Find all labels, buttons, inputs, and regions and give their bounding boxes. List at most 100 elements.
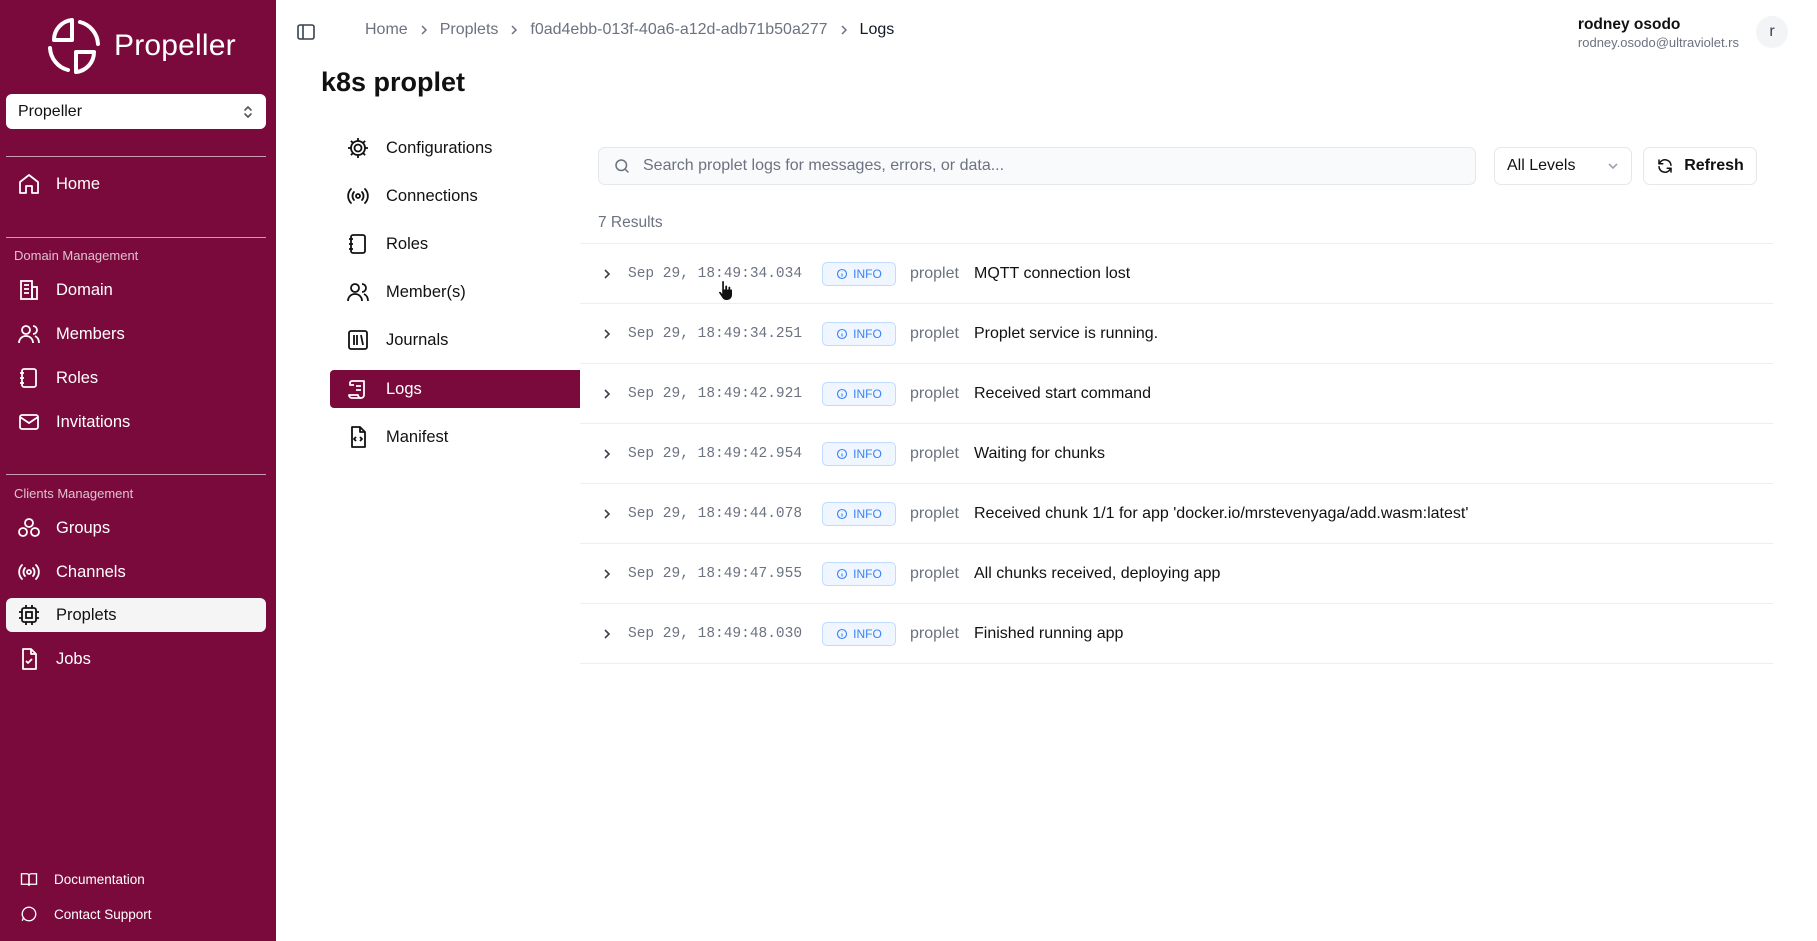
breadcrumb-proplets[interactable]: Proplets (440, 21, 499, 39)
level-badge-label: INFO (853, 566, 882, 581)
level-select-value: All Levels (1507, 157, 1576, 174)
documentation-link[interactable]: Documentation (20, 868, 145, 890)
chevron-right-icon[interactable] (594, 388, 620, 400)
domain-select[interactable]: Propeller (6, 94, 266, 129)
level-badge: INFO (822, 381, 896, 406)
tab-roles[interactable]: Roles (330, 225, 580, 263)
page-title: k8s proplet (321, 67, 466, 97)
notebook-icon (16, 365, 42, 391)
info-icon (836, 328, 848, 340)
sidebar-item-groups[interactable]: Groups (6, 511, 266, 545)
sidebar-item-proplets[interactable]: Proplets (6, 598, 266, 632)
level-badge: INFO (822, 621, 896, 646)
message-circle-icon (20, 905, 38, 923)
sidebar-toggle-button[interactable] (296, 22, 316, 42)
log-timestamp: Sep 29, 18:49:47.955 (628, 565, 803, 582)
brand[interactable]: Propeller (42, 12, 236, 80)
level-badge-label: INFO (853, 506, 882, 521)
log-source: proplet (910, 384, 959, 402)
refresh-icon (1656, 157, 1674, 175)
sidebar-item-members[interactable]: Members (6, 317, 266, 351)
sidebar-item-home[interactable]: Home (6, 167, 266, 201)
book-open-icon (20, 870, 38, 888)
level-badge: INFO (822, 561, 896, 586)
hand-cursor-icon (718, 279, 734, 301)
log-row[interactable]: Sep 29, 18:49:47.955 INFO proplet All chunk… (580, 544, 1773, 604)
breadcrumb-logs: Logs (859, 21, 895, 38)
log-row[interactable]: Sep 29, 18:49:42.921 INFO proplet Received … (580, 364, 1773, 424)
level-badge: INFO (822, 441, 896, 466)
log-row[interactable]: Sep 29, 18:49:44.078 INFO proplet Received … (580, 484, 1773, 544)
contact-support-label: Contact Support (54, 906, 152, 922)
breadcrumb-home[interactable]: Home (365, 21, 408, 39)
tab-manifest[interactable]: Manifest (330, 418, 580, 456)
tab-label: Manifest (386, 427, 449, 446)
log-timestamp: Sep 29, 18:49:34.251 (628, 325, 803, 342)
log-row[interactable]: Sep 29, 18:49:34.034 INFO proplet MQTT conn… (580, 244, 1773, 304)
tab-journals[interactable]: Journals (330, 321, 580, 359)
sidebar-item-roles[interactable]: Roles (6, 361, 266, 395)
sidebar-item-domain[interactable]: Domain (6, 273, 266, 307)
level-badge-label: INFO (853, 326, 882, 341)
log-row[interactable]: Sep 29, 18:49:42.954 INFO proplet Waiting f… (580, 424, 1773, 484)
log-row[interactable]: Sep 29, 18:49:34.251 INFO proplet Proplet s… (580, 304, 1773, 364)
broadcast-icon (344, 182, 372, 210)
level-badge: INFO (822, 261, 896, 286)
scroll-text-icon (344, 375, 372, 403)
sidebar-item-jobs[interactable]: Jobs (6, 642, 266, 676)
log-timestamp: Sep 29, 18:49:42.921 (628, 385, 803, 402)
log-message: Finished running app (974, 624, 1124, 642)
users-icon (344, 278, 372, 306)
sidebar-item-label: Proplets (56, 605, 117, 624)
refresh-label: Refresh (1684, 157, 1744, 174)
level-badge-label: INFO (853, 446, 882, 461)
search-input[interactable] (643, 157, 1443, 175)
refresh-button[interactable]: Refresh (1643, 147, 1757, 185)
tab-members[interactable]: Member(s) (330, 273, 580, 311)
level-select[interactable]: All Levels (1494, 147, 1632, 185)
log-timestamp: Sep 29, 18:49:44.078 (628, 505, 803, 522)
log-message: Proplet service is running. (974, 324, 1159, 342)
tab-configurations[interactable]: Configurations (330, 129, 580, 167)
home-icon (16, 171, 42, 197)
log-message: Received start command (974, 384, 1151, 402)
chevron-right-icon[interactable] (594, 328, 620, 340)
tab-connections[interactable]: Connections (330, 177, 580, 215)
results-count: 7 Results (598, 214, 663, 231)
propeller-logo-icon (42, 14, 106, 78)
sidebar-item-channels[interactable]: Channels (6, 555, 266, 589)
chevron-right-icon[interactable] (594, 628, 620, 640)
mail-icon (16, 409, 42, 435)
library-icon (344, 326, 372, 354)
log-row[interactable]: Sep 29, 18:49:48.030 INFO proplet Finished … (580, 604, 1773, 664)
sidebar-item-invitations[interactable]: Invitations (6, 405, 266, 439)
contact-support-link[interactable]: Contact Support (20, 903, 152, 925)
log-source: proplet (910, 624, 959, 642)
search-icon (613, 157, 631, 175)
chevron-right-icon[interactable] (594, 508, 620, 520)
chevron-up-down-icon (242, 104, 254, 120)
chevron-right-icon (408, 24, 440, 36)
chevron-right-icon[interactable] (594, 448, 620, 460)
search-field[interactable] (598, 147, 1476, 185)
user-info[interactable]: rodney osodo rodney.osodo@ultraviolet.rs (1578, 16, 1739, 50)
file-check-icon (16, 646, 42, 672)
breadcrumb-proplet-id[interactable]: f0ad4ebb-013f-40a6-a12d-adb71b50a277 (530, 21, 827, 39)
sidebar-item-label: Channels (56, 562, 126, 581)
tab-logs[interactable]: Logs (330, 370, 580, 408)
level-badge: INFO (822, 501, 896, 526)
chevron-right-icon[interactable] (594, 268, 620, 280)
log-source: proplet (910, 504, 959, 522)
log-source: proplet (910, 324, 959, 342)
sidebar-item-label: Home (56, 174, 101, 193)
level-badge: INFO (822, 321, 896, 346)
chevron-right-icon (498, 24, 530, 36)
avatar[interactable]: r (1756, 16, 1788, 48)
breadcrumb: Home Proplets f0ad4ebb-013f-40a6-a12d-ad… (365, 21, 894, 39)
chevron-right-icon[interactable] (594, 568, 620, 580)
info-icon (836, 568, 848, 580)
user-name: rodney osodo (1577, 16, 1681, 33)
cpu-icon (16, 602, 42, 628)
log-message: MQTT connection lost (974, 264, 1131, 282)
tab-label: Configurations (386, 138, 493, 157)
